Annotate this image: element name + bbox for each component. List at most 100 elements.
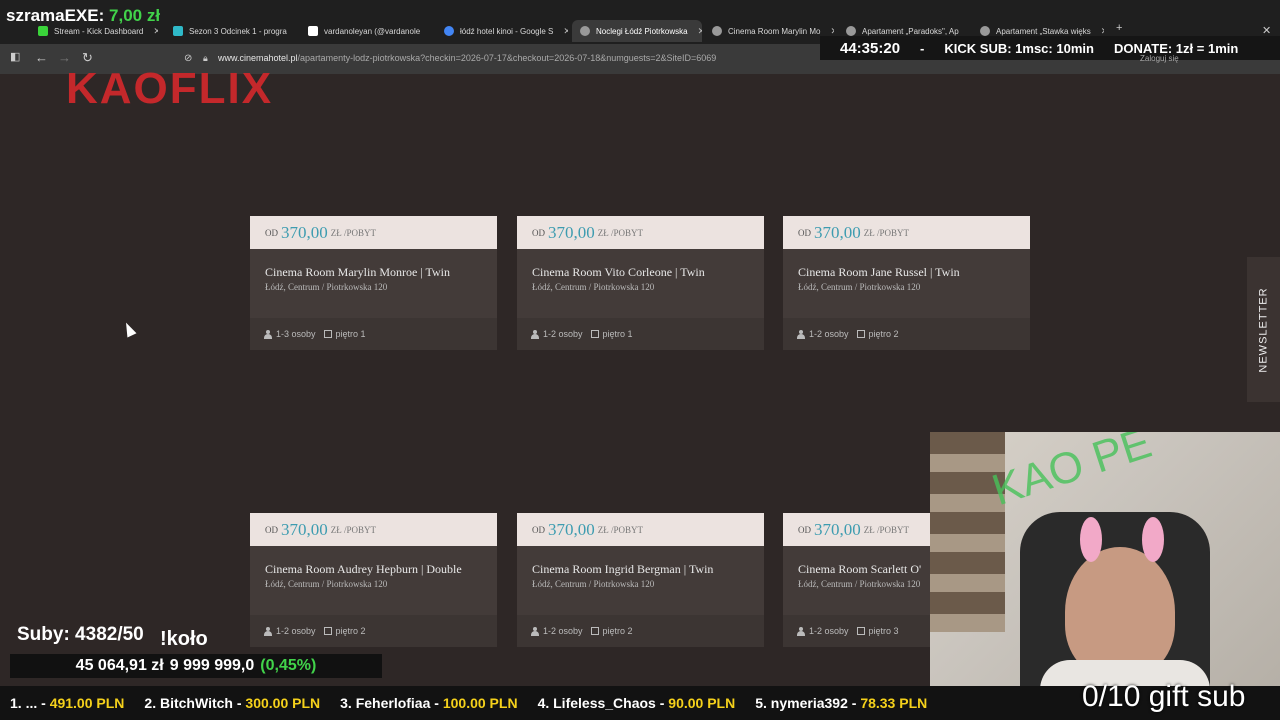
room-card-1[interactable]: OD 370,00 ZŁ /POBYT Cinema Room Marylin … [250, 216, 497, 350]
price-prefix: OD [265, 524, 278, 535]
kick-icon [38, 26, 48, 36]
wall-photos [930, 432, 1005, 632]
room-meta: 1-2 osoby piętro 2 [517, 615, 764, 647]
ticker-item: 5. nymeria392 - 78.33 PLN [755, 695, 928, 711]
donor-name: 4. Lifeless_Chaos [537, 695, 656, 711]
price-value: 370,00 [281, 519, 328, 539]
site-icon [846, 26, 856, 36]
price-prefix: OD [532, 227, 545, 238]
close-icon[interactable]: ✕ [153, 26, 158, 37]
mouse-cursor-icon [121, 320, 137, 338]
floor-icon [590, 330, 599, 338]
price-unit: ZŁ /POBYT [597, 524, 644, 535]
profile-button[interactable]: Zaloguj się [1140, 54, 1179, 63]
tab-sezon[interactable]: Sezon 3 Odcinek 1 - progra ✕ [165, 20, 293, 42]
floor-icon [323, 627, 332, 635]
person-icon [531, 329, 539, 339]
subs-counter: Suby: 4382/50 [17, 624, 144, 645]
forward-icon[interactable]: → [58, 50, 71, 65]
site-icon [980, 26, 990, 36]
stream-timer: 44:35:20 [840, 39, 901, 57]
person-icon [797, 626, 805, 636]
room-card-2[interactable]: OD 370,00 ZŁ /POBYT Cinema Room Vito Cor… [517, 216, 764, 350]
room-floor: piętro 2 [602, 626, 633, 636]
price-unit: ZŁ /POBYT [863, 227, 910, 238]
tab-label: Noclegi Łódź Piotrkowska [596, 26, 688, 36]
price-value: 370,00 [814, 519, 861, 539]
donor-name: 1. ... [10, 695, 38, 711]
tab-label: Cinema Room Marylin Mo [728, 26, 821, 36]
tab-label: Apartament „Stawka więks [996, 26, 1091, 36]
stream-timer-overlay: 44:35:20 - KICK SUB: 1msc: 10min DONATE:… [820, 36, 1280, 60]
price-unit: ZŁ /POBYT [597, 227, 644, 238]
room-guests: 1-2 osoby [809, 626, 849, 636]
tab-label: Sezon 3 Odcinek 1 - progra [189, 26, 287, 36]
floor-icon [856, 330, 865, 338]
google-icon [444, 26, 454, 36]
tracking-icon[interactable]: ⊘ [184, 53, 192, 64]
tab-noclegi-active[interactable]: Noclegi Łódź Piotrkowska ✕ [572, 20, 702, 42]
person-icon [264, 626, 272, 636]
price-unit: ZŁ /POBYT [863, 524, 910, 535]
back-icon[interactable]: ← [35, 50, 48, 65]
close-icon[interactable]: ✕ [830, 26, 834, 37]
profile-label: Zaloguj się [1140, 54, 1179, 63]
room-card-3[interactable]: OD 370,00 ZŁ /POBYT Cinema Room Jane Rus… [783, 216, 1030, 350]
room-title[interactable]: Cinema Room Vito Corleone | Twin [532, 265, 705, 280]
goal-target: 9 999 999,0 [169, 657, 255, 674]
goal-percent: (0,45%) [260, 657, 317, 674]
room-card-4[interactable]: OD 370,00 ZŁ /POBYT Cinema Room Audrey H… [250, 513, 497, 647]
room-floor: piętro 1 [335, 329, 366, 339]
tab-label: vardanoleyan (@vardanole [324, 26, 421, 36]
room-location: Łódź, Centrum / Piotrkowska 120 [265, 282, 388, 292]
lock-icon[interactable]: 🔒︎ [203, 53, 208, 64]
room-title[interactable]: Cinema Room Scarlett O' [798, 562, 921, 577]
room-card-5[interactable]: OD 370,00 ZŁ /POBYT Cinema Room Ingrid B… [517, 513, 764, 647]
close-icon[interactable]: ✕ [563, 26, 568, 37]
room-location: Łódź, Centrum / Piotrkowska 120 [532, 282, 655, 292]
donation-goal: 45 064,91 zł 9 999 999,0 (0,45%) [10, 654, 382, 678]
wheel-command: !koło [160, 628, 208, 650]
price-value: 370,00 [814, 222, 861, 242]
tab-label: Stream - Kick Dashboard [54, 26, 144, 36]
site-icon [580, 26, 590, 36]
tab-kick-dashboard[interactable]: Stream - Kick Dashboard ✕ [30, 20, 158, 42]
tab-cinema-room[interactable]: Cinema Room Marylin Mo ✕ [704, 20, 834, 42]
room-floor: piętro 2 [868, 329, 899, 339]
close-icon[interactable]: ✕ [698, 26, 702, 37]
floor-icon [323, 330, 332, 338]
room-meta: 1-2 osoby piętro 2 [783, 318, 1030, 350]
donor-amount: 78.33 PLN [860, 695, 928, 711]
donor-amount: 300.00 PLN [245, 695, 321, 711]
price-bar: OD 370,00 ZŁ /POBYT [517, 513, 764, 546]
room-guests: 1-3 osoby [276, 329, 316, 339]
goal-current: 45 064,91 zł [75, 657, 164, 674]
room-location: Łódź, Centrum / Piotrkowska 120 [532, 579, 655, 589]
room-title[interactable]: Cinema Room Jane Russel | Twin [798, 265, 960, 280]
tab-vardanoleyan[interactable]: vardanoleyan (@vardanole ✕ [300, 20, 430, 42]
site-icon [173, 26, 183, 36]
price-value: 370,00 [548, 222, 595, 242]
room-title[interactable]: Cinema Room Audrey Hepburn | Double [265, 562, 462, 577]
separator: - [920, 40, 925, 56]
newsletter-tab[interactable]: NEWSLETTER [1247, 257, 1280, 402]
room-meta: 1-2 osoby piętro 2 [250, 615, 497, 647]
donor-name: 2. BitchWitch [144, 695, 233, 711]
new-tab-icon[interactable]: + [1116, 22, 1122, 34]
donor-name: 5. nymeria392 [755, 695, 848, 711]
sidebar-icon[interactable]: ◧ [10, 50, 20, 63]
room-meta: 1-3 osoby piętro 1 [250, 318, 497, 350]
ticker-item: 1. ... - 491.00 PLN [10, 695, 125, 711]
url-field[interactable]: www.cinemahotel.pl/apartamenty-lodz-piot… [218, 53, 716, 63]
room-floor: piętro 2 [335, 626, 366, 636]
room-floor: piętro 3 [868, 626, 899, 636]
price-prefix: OD [265, 227, 278, 238]
donor-amount: 90.00 PLN [668, 695, 736, 711]
room-title[interactable]: Cinema Room Marylin Monroe | Twin [265, 265, 450, 280]
tab-google-search[interactable]: łódź hotel kinoi - Google S ✕ [436, 20, 568, 42]
price-bar: OD 370,00 ZŁ /POBYT [250, 513, 497, 546]
room-guests: 1-2 osoby [543, 329, 583, 339]
room-title[interactable]: Cinema Room Ingrid Bergman | Twin [532, 562, 713, 577]
room-location: Łódź, Centrum / Piotrkowska 120 [798, 579, 921, 589]
close-icon[interactable]: ✕ [1101, 26, 1104, 37]
